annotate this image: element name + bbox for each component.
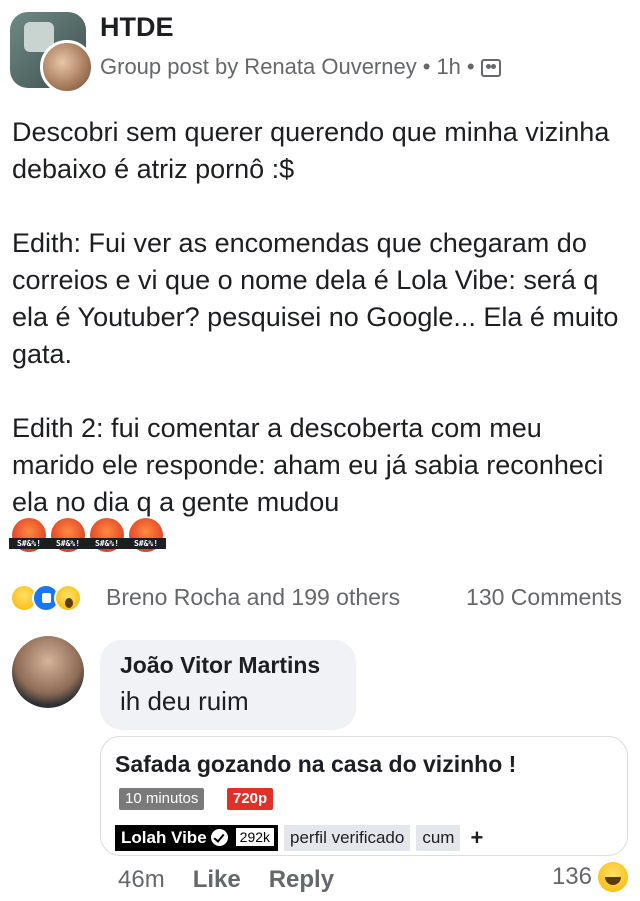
post-time[interactable]: 1h: [436, 54, 460, 79]
censor-label: S#&%!: [126, 538, 166, 549]
post-body: Descobri sem querer querendo que minha v…: [12, 114, 628, 521]
censor-label: S#&%!: [87, 538, 127, 549]
cursing-face-icon: S#&%!: [87, 518, 127, 552]
duration-badge: 10 minutos: [119, 788, 205, 810]
tag-chip[interactable]: perfil verificado: [284, 825, 411, 851]
cursing-face-icon: S#&%!: [126, 518, 166, 552]
cursing-face-icon: S#&%!: [9, 518, 49, 552]
more-tags-button[interactable]: +: [466, 825, 487, 851]
author-avatar[interactable]: [40, 40, 94, 94]
comment-time[interactable]: 46m: [118, 866, 165, 893]
tag-row: Lolah Vibe 292k perfil verificado cum +: [115, 825, 493, 851]
reply-button[interactable]: Reply: [269, 866, 334, 893]
cursing-face-icon: S#&%!: [48, 518, 88, 552]
reactions-summary[interactable]: Breno Rocha and 199 others: [106, 584, 400, 611]
comment-bubble: João Vitor Martins ih deu ruim: [100, 640, 356, 730]
comment-reactions[interactable]: 136: [552, 862, 628, 896]
wow-icon[interactable]: [54, 584, 82, 612]
comment-text: ih deu ruim: [120, 686, 249, 716]
link-preview[interactable]: Safada gozando na casa do vizinho ! 10 m…: [100, 736, 628, 856]
censor-label: S#&%!: [48, 538, 88, 549]
subscriber-count: 292k: [235, 828, 275, 846]
channel-name: Lolah Vibe: [121, 828, 207, 847]
preview-title[interactable]: Safada gozando na casa do vizinho !: [115, 751, 516, 778]
tag-chip[interactable]: cum: [416, 825, 461, 851]
haha-icon: [598, 862, 628, 892]
group-privacy-icon: [480, 59, 501, 77]
like-button[interactable]: Like: [193, 866, 241, 893]
post-paragraph: Descobri sem querer querendo que minha v…: [12, 117, 610, 184]
post-header: HTDE Group post by Renata Ouverney • 1h •: [0, 0, 640, 100]
post-meta: Group post by Renata Ouverney • 1h •: [100, 54, 501, 80]
quality-badge: 720p: [227, 788, 274, 810]
post-paragraph: Edith: Fui ver as encomendas que chegara…: [12, 228, 619, 369]
channel-tag[interactable]: Lolah Vibe 292k: [115, 825, 279, 851]
post-paragraph: Edith 2: fui comentar a descoberta com m…: [12, 413, 604, 517]
commenter-name[interactable]: João Vitor Martins: [120, 652, 320, 679]
verified-check-icon: [210, 829, 228, 846]
separator-dot: •: [466, 54, 475, 79]
commenter-avatar[interactable]: [12, 636, 84, 708]
comments-count[interactable]: 130 Comments: [466, 584, 622, 611]
rage-emoji-row: S#&%! S#&%! S#&%! S#&%!: [9, 518, 168, 562]
post-author-line[interactable]: Group post by Renata Ouverney: [100, 54, 417, 79]
group-name[interactable]: HTDE: [100, 12, 174, 43]
comment-reaction-count: 136: [551, 863, 592, 890]
censor-label: S#&%!: [9, 538, 49, 549]
reactions-bar: Breno Rocha and 199 others 130 Comments: [10, 582, 630, 616]
comment-actions: 46m Like Reply: [118, 866, 362, 894]
separator-dot: •: [422, 54, 431, 79]
